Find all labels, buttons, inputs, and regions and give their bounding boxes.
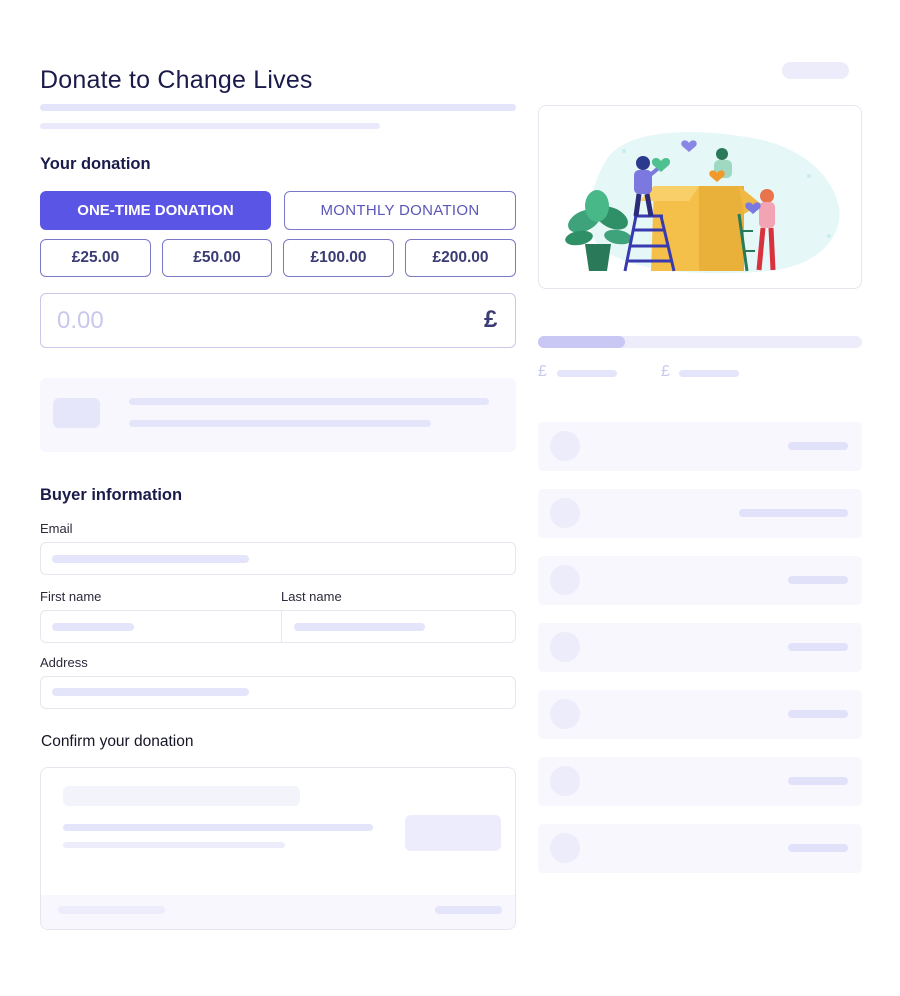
goal-amount-placeholder [679,370,739,377]
email-field[interactable] [40,542,516,575]
amount-button-200[interactable]: £200.00 [405,239,516,277]
amount-button-100[interactable]: £100.00 [283,239,394,277]
confirm-card-line-placeholder [63,824,373,831]
avatar [550,498,580,528]
confirm-card-title-placeholder [63,786,300,806]
info-panel-line-placeholder [129,420,431,427]
list-item [538,422,862,471]
title-underline-placeholder [40,104,516,111]
tab-one-time-donation[interactable]: ONE-TIME DONATION [40,191,271,230]
list-item [538,556,862,605]
list-item-placeholder [788,710,848,718]
amount-button-50[interactable]: £50.00 [162,239,272,277]
tab-monthly-donation[interactable]: MONTHLY DONATION [284,191,516,230]
last-name-placeholder [294,623,425,631]
header-action-placeholder[interactable] [782,62,849,79]
list-item-placeholder [788,576,848,584]
list-item [538,757,862,806]
confirm-button-placeholder[interactable] [405,815,501,851]
email-label: Email [40,521,73,536]
raised-amount-placeholder [557,370,617,377]
first-name-field[interactable] [40,610,282,643]
address-label: Address [40,655,88,670]
list-item [538,489,862,538]
illustration-card [538,105,862,289]
page-title: Donate to Change Lives [40,66,313,94]
footer-line-placeholder [435,906,502,914]
progress-fill [538,336,626,348]
address-field[interactable] [40,676,516,709]
list-item-placeholder [788,643,848,651]
raised-currency: £ [538,363,547,380]
info-panel-line-placeholder [129,398,489,405]
custom-amount-input[interactable] [40,293,516,348]
avatar [550,833,580,863]
first-name-label: First name [40,589,102,604]
list-item [538,824,862,873]
goal-currency: £ [661,363,670,380]
avatar [550,632,580,662]
avatar [550,699,580,729]
subtitle-placeholder [40,123,380,129]
list-item-placeholder [788,844,848,852]
list-item-placeholder [788,777,848,785]
buyer-heading: Buyer information [40,486,183,504]
confirm-card [40,767,516,930]
first-name-placeholder [52,623,134,631]
last-name-field[interactable] [281,610,516,643]
info-panel [40,378,516,452]
info-panel-image-placeholder [53,398,100,428]
donation-heading: Your donation [40,155,151,173]
avatar [550,431,580,461]
amount-button-25[interactable]: £25.00 [40,239,151,277]
list-item-placeholder [739,509,848,517]
avatar [550,766,580,796]
avatar [550,565,580,595]
confirm-card-line-placeholder [63,842,285,848]
list-item [538,690,862,739]
confirm-card-footer [41,895,515,929]
donation-box-illustration [565,132,840,274]
email-placeholder [52,555,249,563]
progress-track [538,336,862,348]
list-item [538,623,862,672]
confirm-heading: Confirm your donation [41,733,194,750]
footer-line-placeholder [58,906,165,914]
address-placeholder [52,688,249,696]
list-item-placeholder [788,442,848,450]
last-name-label: Last name [281,589,342,604]
currency-symbol: £ [484,306,498,333]
